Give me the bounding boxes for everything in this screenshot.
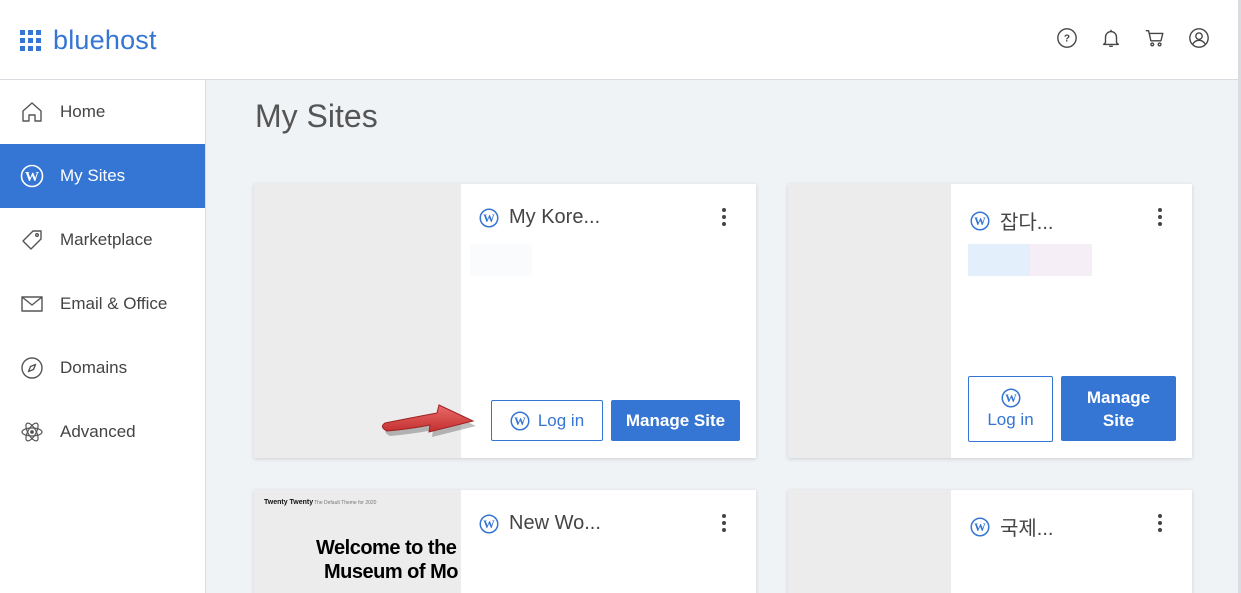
site-name[interactable]: New Wo... (509, 512, 601, 535)
wordpress-icon: W (20, 164, 44, 188)
more-options-icon[interactable] (1157, 514, 1163, 532)
sidebar-item-marketplace[interactable]: Marketplace (0, 208, 205, 272)
sidebar-item-label: My Sites (60, 166, 126, 185)
red-arrow-annotation (381, 404, 476, 437)
account-icon[interactable] (1188, 27, 1210, 49)
sidebar-item-label: Advanced (60, 422, 136, 441)
more-options-icon[interactable] (721, 514, 727, 532)
sidebar-item-label: Home (60, 102, 106, 121)
site-thumbnail[interactable] (788, 184, 951, 458)
svg-text:W: W (1005, 392, 1017, 405)
preview-site-title: Twenty Twenty (264, 499, 314, 506)
site-card: W 국제... (788, 490, 1192, 593)
cart-icon[interactable] (1144, 27, 1166, 49)
sidebar-item-advanced[interactable]: Advanced (0, 400, 205, 464)
login-label: Log in (537, 410, 585, 430)
more-options-icon[interactable] (1157, 208, 1163, 226)
wordpress-icon: W (510, 411, 530, 430)
preview-heading-line1: Welcome to the (316, 537, 457, 559)
wordpress-icon: W (970, 211, 990, 230)
compass-icon (21, 357, 43, 379)
site-name[interactable]: 잡다... (1000, 206, 1053, 235)
svg-text:W: W (483, 212, 495, 225)
site-status-placeholder (470, 244, 532, 276)
tag-icon (22, 230, 42, 250)
bell-icon[interactable] (1100, 27, 1122, 49)
wordpress-icon: W (479, 208, 499, 227)
sidebar-item-label: Marketplace (60, 230, 153, 249)
site-name[interactable]: 국제... (1000, 512, 1053, 541)
wordpress-icon: W (479, 514, 499, 533)
page-title: My Sites (255, 98, 378, 134)
wordpress-icon: W (970, 517, 990, 536)
sidebar-item-label: Email & Office (60, 294, 168, 313)
site-card: W 잡다... W Log in Manage Site (788, 184, 1192, 458)
bluehost-logo[interactable]: bluehost (20, 26, 157, 54)
grid-logo-icon (20, 29, 41, 51)
site-thumbnail[interactable] (788, 490, 951, 593)
login-label: Log in (987, 410, 1034, 429)
site-card: Twenty Twenty The Default Theme for 2020… (254, 490, 756, 593)
manage-site-button[interactable]: Manage Site (611, 400, 740, 441)
more-options-icon[interactable] (721, 208, 727, 226)
login-button[interactable]: W Log in (968, 376, 1053, 442)
svg-text:W: W (974, 215, 986, 228)
svg-text:W: W (974, 521, 986, 534)
atom-icon (21, 422, 43, 442)
site-status-placeholder (968, 244, 1030, 276)
svg-text:?: ? (1064, 34, 1070, 45)
preview-heading-line2: Museum of Mo (324, 561, 459, 583)
preview-tagline: The Default Theme for 2020 (314, 500, 377, 506)
sidebar-item-my-sites[interactable]: W My Sites (0, 144, 205, 208)
site-card: W My Kore... W Log in Manage Site (254, 184, 756, 458)
wordpress-icon: W (1001, 388, 1020, 408)
site-thumbnail[interactable]: Twenty Twenty The Default Theme for 2020… (254, 490, 461, 593)
sidebar-item-label: Domains (60, 358, 128, 377)
login-button[interactable]: W Log in (491, 400, 603, 441)
svg-text:W: W (25, 170, 39, 185)
envelope-icon (21, 296, 43, 312)
site-name[interactable]: My Kore... (509, 206, 600, 229)
svg-text:W: W (483, 518, 495, 531)
manage-site-button[interactable]: Manage Site (1061, 376, 1176, 441)
sidebar-item-email-office[interactable]: Email & Office (0, 272, 205, 336)
sidebar-nav: Home W My Sites Marketplace Email & Offi… (0, 80, 206, 593)
site-status-placeholder (1030, 244, 1092, 276)
home-icon (22, 102, 42, 122)
logo-text: bluehost (53, 25, 157, 55)
top-header: bluehost ? (0, 0, 1241, 80)
sidebar-item-domains[interactable]: Domains (0, 336, 205, 400)
svg-text:W: W (514, 415, 526, 428)
sidebar-item-home[interactable]: Home (0, 80, 205, 144)
help-icon[interactable]: ? (1056, 27, 1078, 49)
